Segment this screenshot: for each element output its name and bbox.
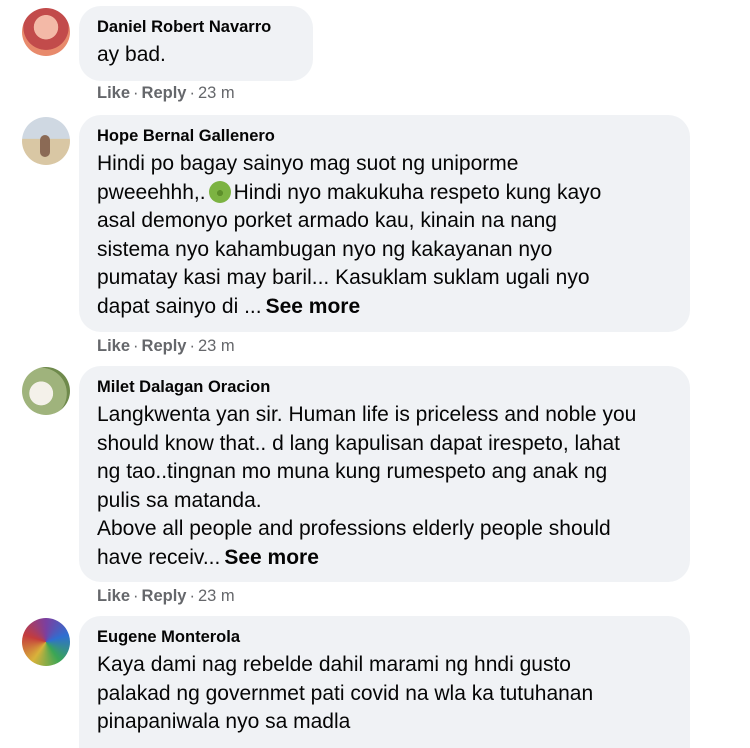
like-button[interactable]: Like (97, 84, 130, 102)
comment-bubble: Eugene Monterola Kaya dami nag rebelde d… (79, 616, 690, 748)
see-more-link[interactable]: See more (224, 546, 319, 569)
avatar-figure (40, 135, 50, 157)
comment-text-line: should know that.. d lang kapulisan dapa… (97, 431, 621, 455)
comment-text-line: palakad ng governmet pati covid na wla k… (97, 681, 594, 705)
comment-author[interactable]: Milet Dalagan Oracion (97, 376, 672, 398)
nauseated-face-icon (208, 180, 231, 203)
comment-author[interactable]: Eugene Monterola (97, 626, 672, 648)
comment-text-line: pweeehhh,. Hindi nyo makukuha respeto kun… (97, 180, 602, 204)
reply-button[interactable]: Reply (142, 84, 187, 102)
comment-actions: Like · Reply · 23 m (97, 337, 235, 355)
avatar[interactable] (22, 618, 70, 666)
comment-author[interactable]: Daniel Robert Navarro (97, 16, 295, 38)
comment-author[interactable]: Hope Bernal Gallenero (97, 125, 672, 147)
comment-timestamp[interactable]: 23 m (198, 587, 235, 605)
comment-text-line: dapat sainyo di ... See more (97, 294, 361, 318)
comment-text-line: Langkwenta yan sir. Human life is pricel… (97, 403, 637, 426)
avatar[interactable] (22, 8, 70, 56)
comment-text-line: pumatay kasi may baril... Kasuklam sukla… (97, 266, 590, 290)
comment-text-line: ng tao..tingnan mo muna kung rumespeto a… (97, 460, 608, 484)
comment-text-line: pulis sa matanda. (97, 488, 262, 512)
like-button[interactable]: Like (97, 337, 130, 355)
like-button[interactable]: Like (97, 587, 130, 605)
see-more-link[interactable]: See more (266, 295, 361, 318)
comment-text: ay bad. (97, 43, 166, 66)
comment-text-line: have receiv... See more (97, 545, 319, 569)
comment-bubble: Hope Bernal Gallenero Hindi po bagay sai… (79, 115, 690, 332)
avatar[interactable] (22, 367, 70, 415)
comment-text-line: asal demonyo porket armado kau, kinain n… (97, 209, 557, 233)
comment-bubble: Milet Dalagan Oracion Langkwenta yan sir… (79, 366, 690, 582)
avatar[interactable] (22, 117, 70, 165)
comment-text-line: pinapaniwala nyo sa madla (97, 710, 351, 734)
comment-text-line: Kaya dami nag rebelde dahil marami ng hn… (97, 653, 571, 676)
comment-text-line: Above all people and professions elderly… (97, 517, 611, 541)
reply-button[interactable]: Reply (142, 587, 187, 605)
comment-bubble: Daniel Robert Navarro ay bad. (79, 6, 313, 81)
reply-button[interactable]: Reply (142, 337, 187, 355)
comment-actions: Like · Reply · 23 m (97, 84, 235, 102)
comment-actions: Like · Reply · 23 m (97, 587, 235, 605)
comment-timestamp[interactable]: 23 m (198, 337, 235, 355)
comment-timestamp[interactable]: 23 m (198, 84, 235, 102)
comment-text-line: Hindi po bagay sainyo mag suot ng unipor… (97, 152, 519, 175)
comment-text-line: sistema nyo kahambugan nyo ng kakayanan … (97, 237, 553, 261)
